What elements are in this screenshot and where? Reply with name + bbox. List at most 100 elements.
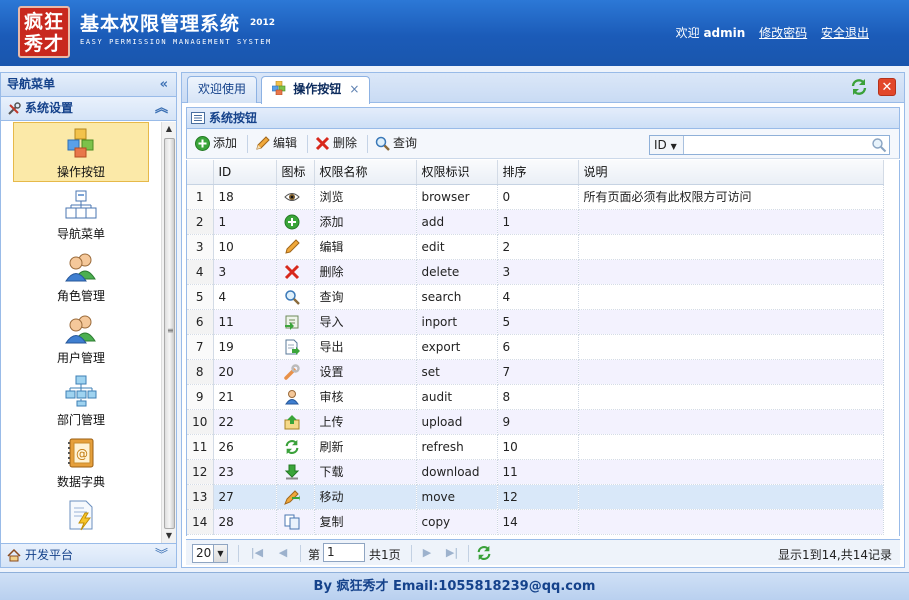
search-icon[interactable] bbox=[871, 137, 887, 153]
column-header[interactable]: 排序 bbox=[497, 160, 579, 185]
welcome-text: 欢迎 bbox=[675, 26, 700, 40]
column-header[interactable]: ID bbox=[213, 160, 277, 185]
column-header[interactable]: 图标 bbox=[276, 160, 315, 185]
prev-page-icon[interactable]: ◀ bbox=[276, 546, 290, 560]
table-row[interactable]: 11 26 刷新 refresh 10 bbox=[187, 434, 884, 460]
collapse-left-icon[interactable]: « bbox=[160, 73, 168, 96]
page-total: 共1页 bbox=[369, 548, 401, 562]
home-icon bbox=[7, 549, 21, 562]
close-all-tabs-icon[interactable]: ✕ bbox=[878, 78, 896, 96]
scroll-thumb[interactable]: ≡ bbox=[164, 138, 175, 529]
cell-icon bbox=[276, 359, 315, 385]
last-page-icon[interactable]: ▶| bbox=[445, 546, 459, 560]
cell-id: 22 bbox=[213, 409, 277, 435]
first-page-icon[interactable]: |◀ bbox=[250, 546, 264, 560]
accordion-header-dev-platform[interactable]: 开发平台 ︾ bbox=[1, 543, 176, 567]
column-header[interactable]: 权限标识 bbox=[416, 160, 498, 185]
cell-id: 1 bbox=[213, 209, 277, 235]
cell-name: 删除 bbox=[314, 259, 417, 285]
expand-down-icon[interactable]: ︾ bbox=[155, 544, 168, 567]
move-icon bbox=[283, 489, 300, 505]
table-row[interactable]: 12 23 下载 download 11 bbox=[187, 459, 884, 485]
refresh-icon[interactable] bbox=[476, 545, 492, 561]
delete-label: 删除 bbox=[333, 136, 358, 150]
cell-description bbox=[578, 234, 884, 260]
change-password-link[interactable]: 修改密码 bbox=[759, 26, 807, 40]
table-row[interactable]: 2 1 添加 add 1 bbox=[187, 209, 884, 235]
page-number-input[interactable]: 1 bbox=[323, 543, 365, 562]
table-row[interactable]: 4 3 删除 delete 3 bbox=[187, 259, 884, 285]
cell-icon bbox=[276, 409, 315, 435]
delete-button[interactable]: 删除 bbox=[315, 135, 357, 153]
nav-item-more[interactable] bbox=[13, 494, 149, 543]
scroll-up-icon[interactable]: ▲ bbox=[162, 122, 176, 136]
cell-name: 移动 bbox=[314, 484, 417, 510]
table-row[interactable]: 3 10 编辑 edit 2 bbox=[187, 234, 884, 260]
nav-panel-header: 导航菜单 « bbox=[1, 73, 176, 97]
page-size-select[interactable]: 20 ▼ bbox=[192, 544, 228, 563]
cell-description bbox=[578, 359, 884, 385]
cell-name: 导出 bbox=[314, 334, 417, 360]
cell-sort: 10 bbox=[497, 434, 579, 460]
wrench-icon bbox=[283, 363, 300, 380]
cell-name: 浏览 bbox=[314, 184, 417, 210]
add-button[interactable]: 添加 bbox=[195, 135, 237, 153]
collapse-up-icon[interactable]: ︽ bbox=[155, 97, 168, 120]
data-grid: ID 图标 权限名称 权限标识 排序 说明 1 18 浏览 browser 0 所有页面必… bbox=[186, 160, 900, 536]
search-field-select[interactable]: ID ▼ bbox=[650, 136, 684, 154]
footer-text: By 疯狂秀才 Email:1055818239@qq.com bbox=[313, 579, 596, 594]
cell-id: 11 bbox=[213, 309, 277, 335]
tab-operation-buttons[interactable]: 操作按钮 × bbox=[261, 76, 371, 104]
table-row[interactable]: 9 21 审核 audit 8 bbox=[187, 384, 884, 410]
nav-item-role-management[interactable]: 角色管理 bbox=[13, 246, 149, 306]
table-row[interactable]: 7 19 导出 export 6 bbox=[187, 334, 884, 360]
query-button[interactable]: 查询 bbox=[375, 135, 417, 153]
search-input[interactable] bbox=[685, 136, 869, 154]
tab-welcome[interactable]: 欢迎使用 bbox=[187, 76, 258, 103]
add-label: 添加 bbox=[213, 136, 238, 150]
cell-sort: 0 bbox=[497, 184, 579, 210]
table-row[interactable]: 10 22 上传 upload 9 bbox=[187, 409, 884, 435]
cell-sort: 14 bbox=[497, 509, 579, 535]
cell-sort: 6 bbox=[497, 334, 579, 360]
toolbar-divider bbox=[247, 135, 248, 153]
edit-button[interactable]: 编辑 bbox=[255, 135, 297, 153]
main-panel: 欢迎使用 操作按钮 × ✕ 系统按钮 添加 编辑 删除 查询 ID ▼ ID 图… bbox=[181, 72, 905, 568]
cell-icon bbox=[276, 509, 315, 535]
table-row[interactable]: 13 27 移动 move 12 bbox=[187, 484, 884, 510]
row-number: 11 bbox=[187, 434, 214, 460]
row-number: 10 bbox=[187, 409, 214, 435]
search-box: ID ▼ bbox=[649, 135, 890, 155]
nav-item-label: 操作按钮 bbox=[56, 165, 105, 179]
logout-link[interactable]: 安全退出 bbox=[821, 26, 869, 40]
nav-item-label: 导航菜单 bbox=[56, 227, 105, 241]
nav-item-user-management[interactable]: 用户管理 bbox=[13, 308, 149, 368]
table-row[interactable]: 14 28 复制 copy 14 bbox=[187, 509, 884, 535]
accordion-header-system[interactable]: 系统设置 ︽ bbox=[1, 97, 176, 121]
nav-item-operation-buttons[interactable]: 操作按钮 bbox=[13, 122, 149, 182]
table-row[interactable]: 6 11 导入 inport 5 bbox=[187, 309, 884, 335]
next-page-icon[interactable]: ▶ bbox=[420, 546, 434, 560]
cell-sort: 5 bbox=[497, 309, 579, 335]
table-row[interactable]: 8 20 设置 set 7 bbox=[187, 359, 884, 385]
table-row[interactable]: 1 18 浏览 browser 0 所有页面必须有此权限方可访问 bbox=[187, 184, 884, 210]
column-header[interactable]: 权限名称 bbox=[314, 160, 417, 185]
table-row[interactable]: 5 4 查询 search 4 bbox=[187, 284, 884, 310]
cell-name: 审核 bbox=[314, 384, 417, 410]
column-header[interactable]: 说明 bbox=[578, 160, 884, 185]
nav-item-data-dictionary[interactable]: @ 数据字典 bbox=[13, 432, 149, 492]
cell-key: upload bbox=[416, 409, 498, 435]
copy-icon bbox=[284, 514, 300, 529]
sitemap-icon bbox=[65, 190, 97, 219]
cell-description bbox=[578, 284, 884, 310]
refresh-icon[interactable] bbox=[850, 78, 868, 96]
nav-item-nav-menu[interactable]: 导航菜单 bbox=[13, 184, 149, 244]
cell-description bbox=[578, 384, 884, 410]
row-number: 6 bbox=[187, 309, 214, 335]
cell-icon bbox=[276, 259, 315, 285]
scroll-down-icon[interactable]: ▼ bbox=[162, 529, 176, 543]
nav-scrollbar[interactable]: ▲ ≡ ▼ bbox=[161, 122, 176, 543]
close-icon[interactable]: × bbox=[349, 82, 359, 96]
tools-icon bbox=[8, 102, 21, 115]
nav-item-department-management[interactable]: 部门管理 bbox=[13, 370, 149, 430]
